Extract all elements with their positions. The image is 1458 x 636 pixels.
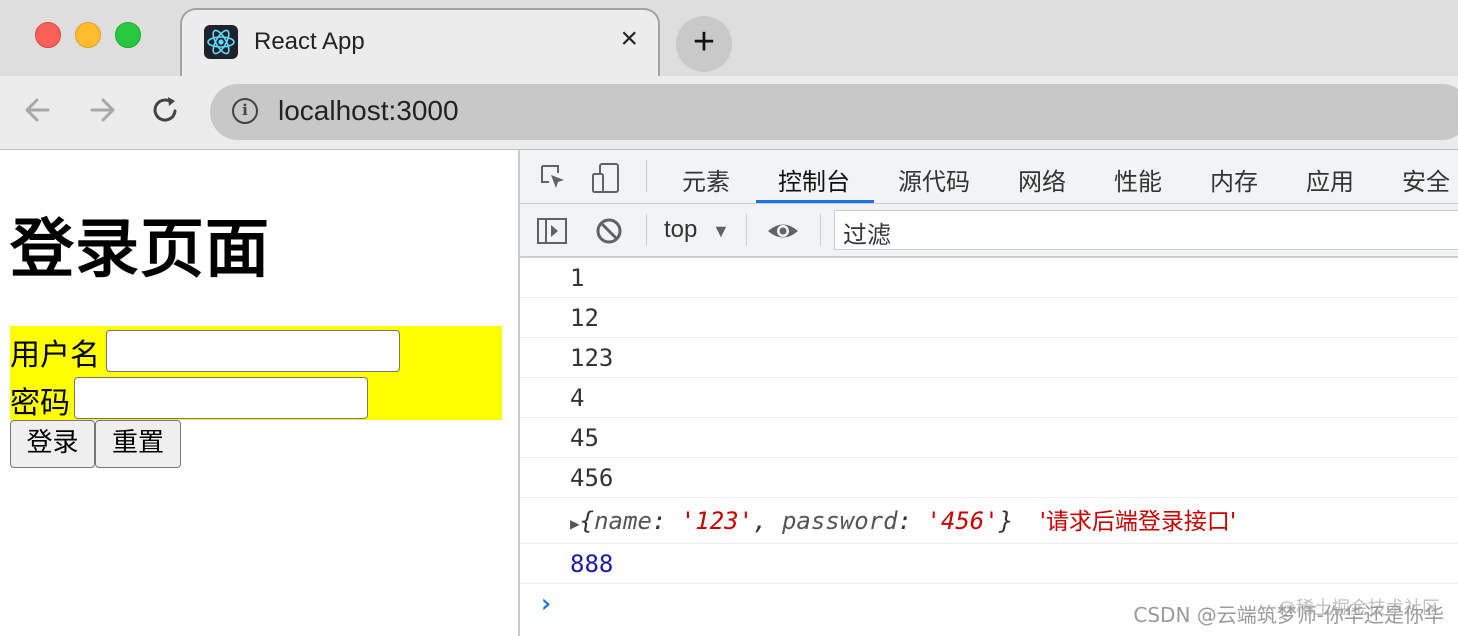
log-text: 45 xyxy=(570,424,599,452)
console-output: 1 12 123 4 45 456 ▶{name: '123', passwor… xyxy=(520,258,1458,624)
object-value-password: '456' xyxy=(926,507,999,535)
log-text: 1 xyxy=(570,264,585,292)
object-colon: : xyxy=(897,507,927,535)
console-toolbar: top ▼ 过滤 xyxy=(520,204,1458,258)
login-button[interactable]: 登录 xyxy=(10,420,95,468)
tab-console[interactable]: 控制台 xyxy=(778,162,850,197)
clear-console-icon[interactable] xyxy=(594,216,624,246)
object-key-name: name xyxy=(594,507,652,535)
browser-tab-react-app[interactable]: React App × xyxy=(180,8,660,78)
tab-elements[interactable]: 元素 xyxy=(682,162,730,197)
tab-title: React App xyxy=(254,28,365,55)
console-log-row: 45 xyxy=(520,418,1458,458)
password-label: 密码 xyxy=(10,386,70,421)
reload-icon[interactable] xyxy=(150,90,182,139)
eye-icon[interactable] xyxy=(766,216,798,246)
new-tab-button[interactable]: + xyxy=(676,16,732,72)
url-text[interactable]: localhost:3000 xyxy=(278,95,459,127)
console-log-row: 1 xyxy=(520,258,1458,298)
toolbar-divider xyxy=(646,214,647,246)
object-key-password: password xyxy=(781,507,898,535)
tab-security[interactable]: 安全 xyxy=(1402,162,1450,197)
browser-toolbar: i localhost:3000 xyxy=(0,76,1458,150)
toolbar-divider xyxy=(746,214,747,246)
object-colon: : xyxy=(651,507,681,535)
tab-strip: React App × + xyxy=(0,0,1458,78)
console-log-row: 888 xyxy=(520,544,1458,584)
maximize-window-button[interactable] xyxy=(115,22,141,48)
console-log-row: 4 xyxy=(520,378,1458,418)
device-toolbar-icon[interactable] xyxy=(590,162,620,193)
info-icon[interactable]: i xyxy=(232,98,258,124)
chevron-down-icon: ▼ xyxy=(712,221,730,241)
password-input[interactable] xyxy=(74,377,368,419)
console-log-row: 123 xyxy=(520,338,1458,378)
filter-placeholder: 过滤 xyxy=(843,221,891,249)
log-number: 888 xyxy=(570,550,614,578)
context-selector[interactable]: top ▼ xyxy=(664,216,730,244)
active-tab-indicator xyxy=(756,200,874,203)
console-log-row: 12 xyxy=(520,298,1458,338)
log-text: 4 xyxy=(570,384,585,412)
tab-sources[interactable]: 源代码 xyxy=(898,162,970,197)
object-open-brace: { xyxy=(579,507,595,535)
address-bar[interactable]: i localhost:3000 xyxy=(210,84,1458,140)
tab-application[interactable]: 应用 xyxy=(1306,162,1354,197)
react-logo-icon xyxy=(204,25,238,59)
page-content: 登录页面 用户名 密码 登录 重置 xyxy=(0,150,518,636)
sidebar-toggle-icon[interactable] xyxy=(536,216,567,246)
reset-button[interactable]: 重置 xyxy=(95,420,181,468)
filter-input[interactable]: 过滤 xyxy=(834,210,1458,250)
minimize-window-button[interactable] xyxy=(75,22,101,48)
devtools-panel: 元素 控制台 源代码 网络 性能 内存 应用 安全 top ▼ 过滤 1 12 xyxy=(518,150,1458,636)
console-prompt-icon: › xyxy=(538,589,554,619)
username-input[interactable] xyxy=(106,330,400,372)
object-value-name: '123' xyxy=(680,507,754,535)
log-text: 123 xyxy=(570,344,614,372)
object-comma: , xyxy=(753,507,782,535)
inspect-element-icon[interactable] xyxy=(538,162,568,192)
toolbar-divider xyxy=(646,160,647,192)
console-object-row[interactable]: ▶{name: '123', password: '456'} '请求后端登录接… xyxy=(520,498,1458,544)
log-message: '请求后端登录接口' xyxy=(1039,509,1237,535)
context-value: top xyxy=(664,216,698,243)
tab-performance[interactable]: 性能 xyxy=(1114,162,1162,197)
tab-network[interactable]: 网络 xyxy=(1018,162,1066,197)
expand-triangle-icon[interactable]: ▶ xyxy=(570,514,580,533)
csdn-watermark: CSDN @云端筑梦师-你华还是你华 xyxy=(1133,603,1444,627)
username-label: 用户名 xyxy=(10,338,100,373)
arrow-right-icon[interactable] xyxy=(86,90,118,139)
log-text: 12 xyxy=(570,304,599,332)
toolbar-divider xyxy=(820,214,821,246)
object-close-brace: } xyxy=(998,507,1014,535)
tab-memory[interactable]: 内存 xyxy=(1210,162,1258,197)
devtools-tab-bar: 元素 控制台 源代码 网络 性能 内存 应用 安全 xyxy=(520,150,1458,204)
log-text: 456 xyxy=(570,464,614,492)
arrow-left-icon[interactable] xyxy=(22,90,54,139)
tab-close-icon[interactable]: × xyxy=(620,24,638,54)
console-log-row: 456 xyxy=(520,458,1458,498)
close-window-button[interactable] xyxy=(35,22,61,48)
page-title: 登录页面 xyxy=(10,213,270,287)
